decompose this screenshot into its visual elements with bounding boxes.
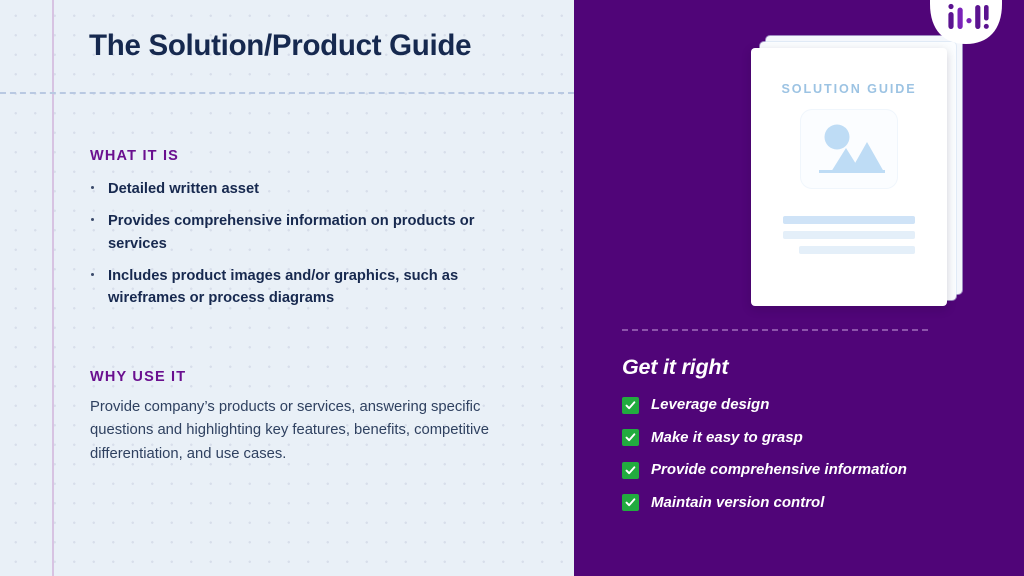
check-icon bbox=[622, 396, 639, 414]
document-title: SOLUTION GUIDE bbox=[781, 82, 917, 96]
image-placeholder-icon bbox=[801, 110, 897, 188]
list-item: Includes product images and/or graphics,… bbox=[90, 265, 510, 310]
imi-logo bbox=[930, 0, 1002, 48]
checklist-item-label: Maintain version control bbox=[651, 493, 825, 511]
what-it-is-list: Detailed written asset Provides comprehe… bbox=[90, 178, 510, 320]
checklist-item-label: Leverage design bbox=[651, 396, 770, 413]
list-item-label: Includes product images and/or graphics,… bbox=[108, 268, 459, 307]
horizontal-dashed-rule bbox=[0, 92, 574, 94]
right-panel-divider bbox=[622, 329, 928, 331]
get-it-right-heading: Get it right bbox=[622, 355, 729, 379]
get-it-right-checklist: Leverage design Make it easy to grasp Pr… bbox=[622, 396, 1012, 526]
page-title: The Solution/Product Guide bbox=[89, 29, 472, 62]
bullet-dot-icon bbox=[91, 273, 94, 277]
bullet-dot-icon bbox=[91, 186, 94, 189]
document-text-lines bbox=[783, 216, 915, 261]
checklist-item: Make it easy to grasp bbox=[622, 429, 1012, 447]
document-text-line bbox=[799, 246, 915, 254]
check-icon bbox=[622, 494, 639, 511]
list-item-label: Detailed written asset bbox=[108, 181, 260, 197]
checklist-item: Provide comprehensive information bbox=[622, 461, 1012, 479]
checklist-item-label: Make it easy to grasp bbox=[651, 428, 803, 446]
right-panel: SOLUTION GUIDE Get it right Leverage des… bbox=[574, 0, 1024, 576]
why-use-it-body: Provide company’s products or services, … bbox=[90, 399, 489, 462]
section-heading-why-use-it: WHY USE IT bbox=[90, 369, 187, 385]
document-sheet-front: SOLUTION GUIDE bbox=[751, 48, 947, 306]
list-item: Detailed written asset bbox=[90, 178, 510, 200]
check-icon bbox=[622, 461, 639, 479]
solution-guide-document-illustration: SOLUTION GUIDE bbox=[750, 22, 970, 312]
checklist-item: Leverage design bbox=[622, 396, 1012, 414]
list-item: Provides comprehensive information on pr… bbox=[90, 210, 510, 255]
checklist-item: Maintain version control bbox=[622, 494, 1012, 512]
bullet-dot-icon bbox=[91, 218, 94, 222]
left-panel: The Solution/Product Guide WHAT IT IS De… bbox=[0, 0, 574, 576]
vertical-rule bbox=[52, 0, 54, 576]
check-icon bbox=[622, 429, 639, 446]
checklist-item-label: Provide comprehensive information bbox=[651, 461, 907, 478]
section-heading-what-it-is: WHAT IT IS bbox=[90, 148, 180, 164]
list-item-label: Provides comprehensive information on pr… bbox=[108, 213, 475, 252]
slide-root: The Solution/Product Guide WHAT IT IS De… bbox=[0, 0, 1024, 576]
document-text-line bbox=[783, 231, 915, 239]
document-text-line bbox=[783, 216, 915, 224]
